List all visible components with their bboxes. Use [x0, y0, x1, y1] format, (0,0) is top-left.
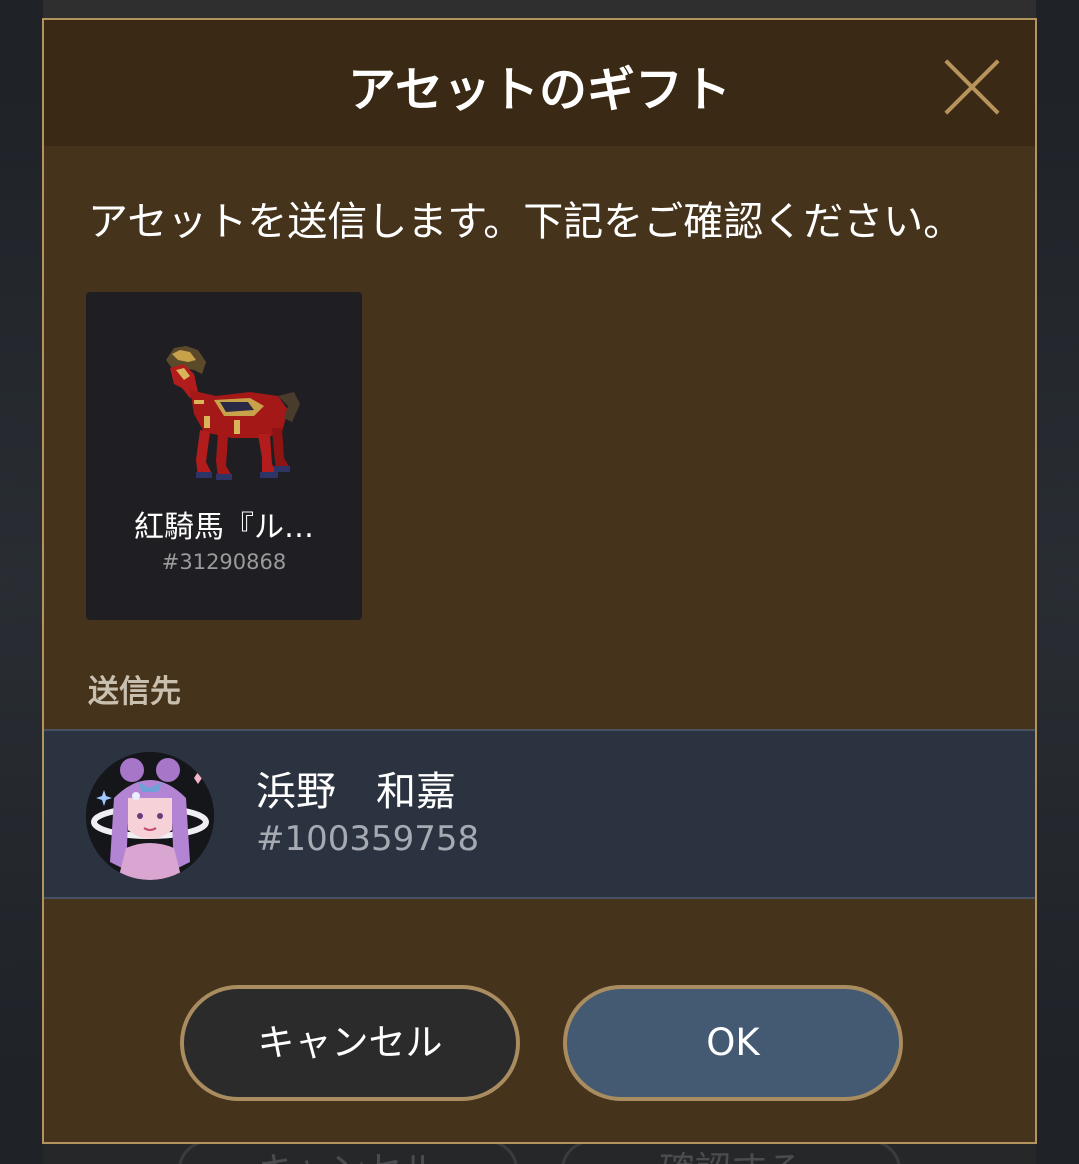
- recipient-row: 浜野 和嘉 #100359758: [44, 729, 1035, 899]
- confirm-message: アセットを送信します。下記をご確認ください。: [88, 199, 964, 245]
- avatar-icon: [86, 752, 214, 880]
- recipient-id: #100359758: [256, 819, 480, 859]
- asset-id: #31290868: [161, 550, 287, 574]
- cancel-button[interactable]: キャンセル: [180, 985, 520, 1101]
- background-panel-top: [43, 0, 1036, 18]
- recipient-section-label: 送信先: [88, 674, 181, 710]
- horse-sprite-image: [166, 346, 300, 480]
- close-icon[interactable]: [943, 58, 1001, 116]
- gift-dialog: アセットのギフト アセットを送信します。下記をご確認ください。 紅騎馬『ル… #…: [42, 18, 1037, 1144]
- asset-name: 紅騎馬『ル…: [134, 510, 314, 545]
- dialog-title: アセットのギフト: [347, 62, 732, 118]
- ok-button[interactable]: OK: [563, 985, 903, 1101]
- recipient-name: 浜野 和嘉: [256, 769, 456, 815]
- asset-card: 紅騎馬『ル… #31290868: [86, 292, 362, 620]
